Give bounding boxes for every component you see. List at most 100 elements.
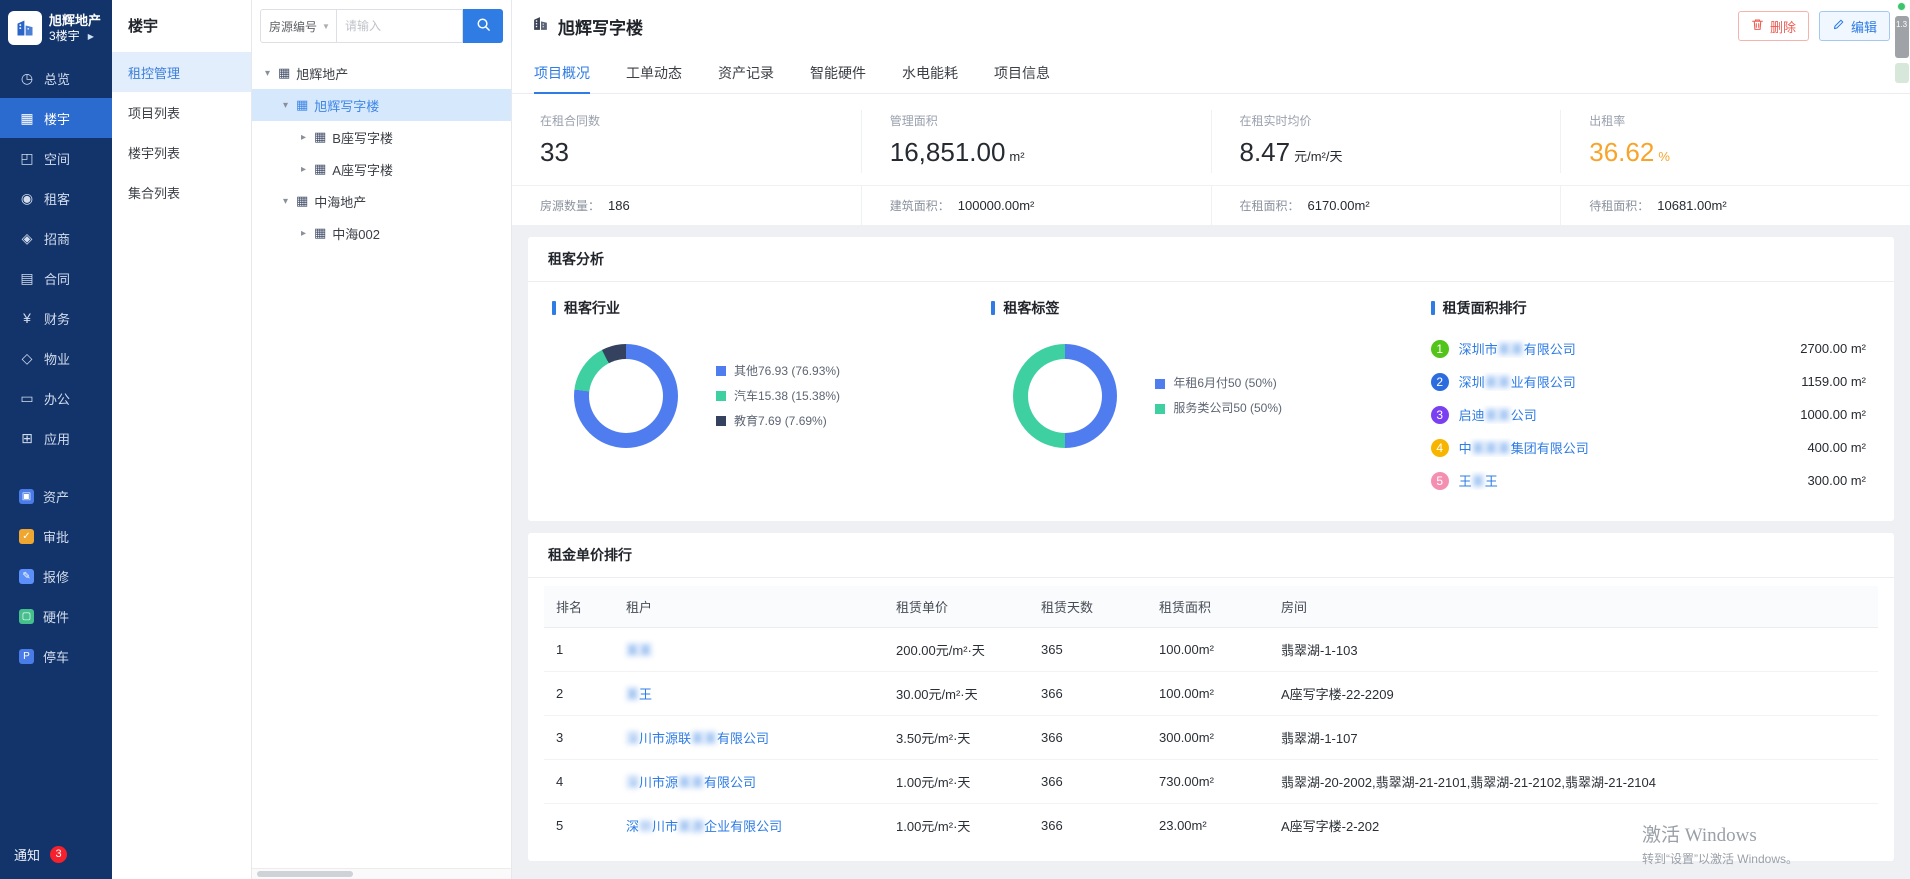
delete-button-label: 删除 xyxy=(1770,17,1796,36)
tree-node[interactable]: ▸▦B座写字楼 xyxy=(252,121,511,153)
tree-node-label: B座写字楼 xyxy=(332,128,393,147)
cell-tenant: 某某 xyxy=(614,628,884,672)
tenant-link[interactable]: 深圳某某业有限公司 xyxy=(1459,372,1576,391)
delete-button[interactable]: 删除 xyxy=(1738,11,1809,41)
app-logo[interactable]: 旭辉地产 3楼宇 ▶ xyxy=(0,0,112,58)
legend-item[interactable]: 年租6月付50 (50%) xyxy=(1155,371,1282,396)
edit-button[interactable]: 编辑 xyxy=(1819,11,1890,41)
legend-item[interactable]: 服务类公司50 (50%) xyxy=(1155,396,1282,421)
submenu-item-label: 集合列表 xyxy=(128,183,180,202)
tenant-link[interactable]: 深川市源某某有限公司 xyxy=(626,775,756,790)
text-segment: 业有限公司 xyxy=(1511,375,1576,390)
tenant-link[interactable]: 深川市源联某某有限公司 xyxy=(626,731,769,746)
search-filter-select[interactable]: 房源编号 ▼ xyxy=(260,9,337,43)
caret-down-icon[interactable]: ▾ xyxy=(260,68,275,79)
tree-node[interactable]: ▾▦旭辉写字楼 xyxy=(252,89,511,121)
building-icon: ▦ xyxy=(314,225,326,241)
tab-info[interactable]: 项目信息 xyxy=(994,52,1050,93)
tree-node[interactable]: ▾▦中海地产 xyxy=(252,185,511,217)
sidebar-item-hardware[interactable]: ▢硬件 xyxy=(0,596,112,636)
sidebar-item-apps[interactable]: ⊞应用 xyxy=(0,418,112,458)
sidebar-item-assets[interactable]: ▣资产 xyxy=(0,476,112,516)
tab-energy[interactable]: 水电能耗 xyxy=(902,52,958,93)
legend-item[interactable]: 汽车15.38 (15.38%) xyxy=(716,384,840,409)
table-row: 2某王30.00元/m²·天366100.00m²A座写字楼-22-2209 xyxy=(544,672,1878,716)
title-accent-bar xyxy=(1431,301,1435,315)
sidebar-item-office[interactable]: ▭办公 xyxy=(0,378,112,418)
rent-ranking-title: 租金单价排行 xyxy=(528,533,1894,578)
tab-hardware[interactable]: 智能硬件 xyxy=(810,52,866,93)
recorder-secondary-box xyxy=(1895,63,1909,83)
tree-search-input[interactable] xyxy=(337,9,463,43)
buildings-submenu-panel: 楼宇 租控管理项目列表楼宇列表集合列表 xyxy=(112,0,252,879)
sidebar-item-contracts[interactable]: ▤合同 xyxy=(0,258,112,298)
sidebar-item-tenants[interactable]: ◉租客 xyxy=(0,178,112,218)
scrollbar-thumb[interactable] xyxy=(257,871,353,877)
caret-down-icon[interactable]: ▾ xyxy=(278,196,293,207)
tab-assets[interactable]: 资产记录 xyxy=(718,52,774,93)
tree-search-bar: 房源编号 ▼ xyxy=(252,0,511,51)
sidebar-item-space[interactable]: ◰空间 xyxy=(0,138,112,178)
tenant-link[interactable]: 王某王 xyxy=(1459,471,1498,490)
overview-icon: ◷ xyxy=(19,70,35,87)
text-segment: 集团有限公司 xyxy=(1511,441,1589,456)
caret-right-icon[interactable]: ▸ xyxy=(296,132,311,143)
cell-area: 100.00m² xyxy=(1147,628,1269,672)
legend-item[interactable]: 教育7.69 (7.69%) xyxy=(716,409,840,434)
sidebar-item-finance[interactable]: ¥财务 xyxy=(0,298,112,338)
redacted-text: 某某 xyxy=(678,775,704,790)
sidebar-item-repair[interactable]: ✎报修 xyxy=(0,556,112,596)
tab-overview[interactable]: 项目概况 xyxy=(534,52,590,93)
area-ranking-row: 3启迪某某公司1000.00 m² xyxy=(1431,398,1866,431)
building-icon: ▦ xyxy=(314,161,326,177)
page-title: 旭辉写字楼 xyxy=(532,14,643,39)
submenu-item-project-list[interactable]: 项目列表 xyxy=(112,92,251,132)
cell-rooms: 翡翠湖-20-2002,翡翠湖-21-2101,翡翠湖-21-2102,翡翠湖-… xyxy=(1269,760,1878,804)
stat-value: 16,851.00m² xyxy=(890,138,1183,171)
tree-node[interactable]: ▸▦中海002 xyxy=(252,217,511,249)
section-title-text: 租客行业 xyxy=(564,298,620,318)
tree-node[interactable]: ▸▦ A座写字楼 xyxy=(252,153,511,185)
tenant-analysis-card: 租客分析 租客行业 其他76.93 (76.93%)汽车15.38 (15.38… xyxy=(528,237,1894,521)
cell-days: 366 xyxy=(1029,672,1147,716)
sidebar-item-overview[interactable]: ◷总览 xyxy=(0,58,112,98)
caret-right-icon[interactable]: ▸ xyxy=(296,228,311,239)
cell-area: 100.00m² xyxy=(1147,672,1269,716)
sidebar-item-buildings[interactable]: ▦楼宇 xyxy=(0,98,112,138)
sidebar-item-approval[interactable]: ✓审批 xyxy=(0,516,112,556)
expand-arrow-icon[interactable]: ▶ xyxy=(88,29,94,44)
search-button[interactable] xyxy=(463,9,503,43)
rank-badge: 3 xyxy=(1431,406,1449,424)
tree-node[interactable]: ▾▦旭辉地产 xyxy=(252,57,511,89)
sidebar-item-label: 招商 xyxy=(44,229,70,248)
sidebar-item-notifications[interactable]: 通知 3 xyxy=(0,829,112,879)
submenu-item-label: 租控管理 xyxy=(128,63,180,82)
tenant-link[interactable]: 某某 xyxy=(626,643,652,658)
legend-item[interactable]: 其他76.93 (76.93%) xyxy=(716,359,840,384)
tenant-link[interactable]: 某王 xyxy=(626,687,652,702)
text-segment: 深圳 xyxy=(1459,375,1485,390)
submenu-item-rent-control[interactable]: 租控管理 xyxy=(112,52,251,92)
redacted-text: 某某 xyxy=(1485,408,1511,423)
tenant-link[interactable]: 深圳市某某有限公司 xyxy=(1459,339,1576,358)
watermark-line2: 转到“设置”以激活 Windows。 xyxy=(1642,850,1798,867)
sidebar-item-leasing[interactable]: ◈招商 xyxy=(0,218,112,258)
tenant-link[interactable]: 深圳川市某源企业有限公司 xyxy=(626,819,782,834)
sidebar-item-property[interactable]: ◇物业 xyxy=(0,338,112,378)
tree-node-label: 中海地产 xyxy=(314,192,366,211)
tab-workorder[interactable]: 工单动态 xyxy=(626,52,682,93)
redacted-text: 某源 xyxy=(678,819,704,834)
tenant-link[interactable]: 中某某某集团有限公司 xyxy=(1459,438,1589,457)
sidebar-item-parking[interactable]: P停车 xyxy=(0,636,112,676)
caret-down-icon[interactable]: ▾ xyxy=(278,100,293,111)
tenant-link[interactable]: 启迪某某公司 xyxy=(1459,405,1537,424)
tree-horizontal-scrollbar[interactable] xyxy=(252,868,511,879)
legend-label: 汽车15.38 (15.38%) xyxy=(734,384,840,409)
redacted-text: 某某某 xyxy=(1472,441,1511,456)
tree-node-label: A座写字楼 xyxy=(332,160,393,179)
stat-managed-area: 管理面积16,851.00m² xyxy=(862,110,1212,173)
caret-right-icon[interactable]: ▸ xyxy=(296,164,311,175)
submenu-item-building-list[interactable]: 楼宇列表 xyxy=(112,132,251,172)
recorder-status-dot xyxy=(1897,2,1906,11)
submenu-item-collection-list[interactable]: 集合列表 xyxy=(112,172,251,212)
